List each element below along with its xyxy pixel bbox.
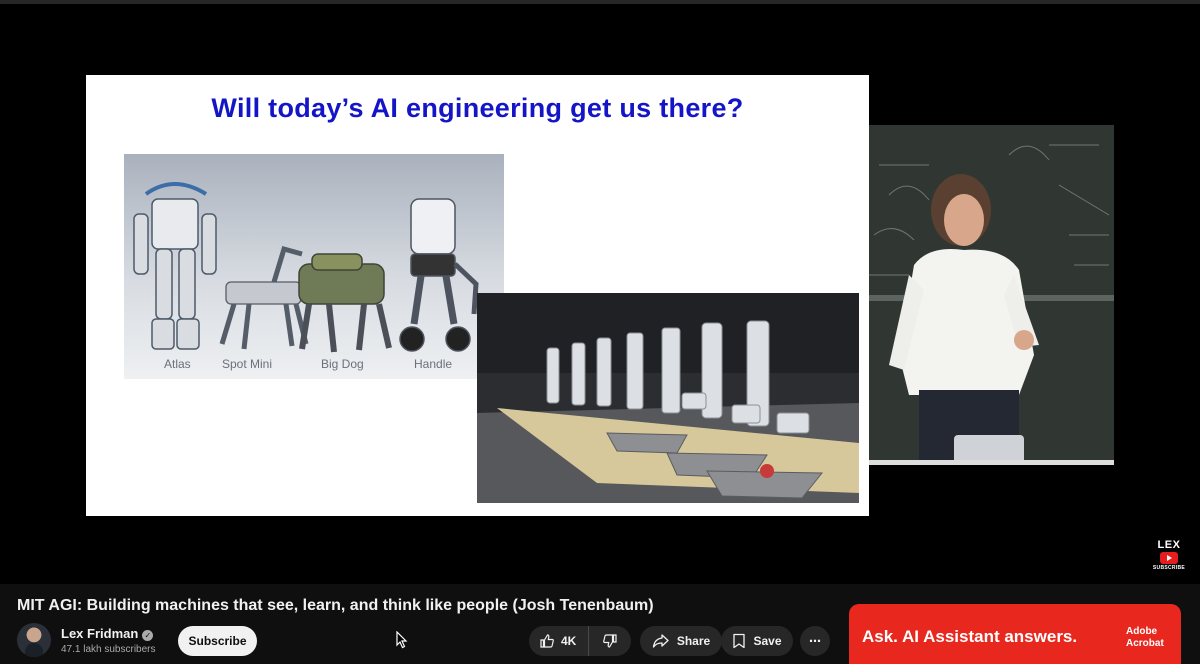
save-button[interactable]: Save xyxy=(721,626,793,656)
verified-check-icon: ✓ xyxy=(142,630,154,641)
like-button[interactable]: 4K xyxy=(529,626,589,656)
video-player[interactable]: Will today’s AI engineering get us there… xyxy=(0,4,1200,584)
robot-arms-illustration xyxy=(477,293,859,503)
more-icon: ⋯ xyxy=(809,634,821,648)
ad-brand-line2: Acrobat xyxy=(1126,638,1164,649)
watermark-subscribe: SUBSCRIBE xyxy=(1152,565,1186,571)
subscribe-button[interactable]: Subscribe xyxy=(178,626,257,656)
dislike-icon xyxy=(603,634,617,648)
mouse-cursor-icon xyxy=(396,631,408,649)
robot-arms-lab-photo xyxy=(477,293,859,503)
ad-brand-logo: Adobe Acrobat xyxy=(1126,626,1164,650)
save-label: Save xyxy=(753,634,782,648)
ad-text: Ask. AI Assistant answers. xyxy=(862,627,1078,646)
robot-label-spot-mini: Spot Mini xyxy=(222,357,273,371)
channel-avatar[interactable] xyxy=(17,623,51,657)
watermark-name: LEX xyxy=(1157,539,1181,551)
ad-brand-line1: Adobe xyxy=(1126,626,1158,637)
subscriber-count: 47.1 lakh subscribers xyxy=(61,644,156,655)
channel-name: Lex Fridman xyxy=(61,626,139,641)
presenter-video-inset xyxy=(869,125,1114,465)
presenter-illustration xyxy=(869,125,1114,465)
lecture-slide: Will today’s AI engineering get us there… xyxy=(86,75,869,516)
more-actions-button[interactable]: ⋯ xyxy=(800,626,830,656)
ad-banner[interactable]: Ask. AI Assistant answers. Adobe Acrobat xyxy=(849,604,1181,664)
robot-label-handle: Handle xyxy=(414,357,453,371)
slide-title: Will today’s AI engineering get us there… xyxy=(211,93,744,123)
video-title: MIT AGI: Building machines that see, lea… xyxy=(17,597,654,614)
share-label: Share xyxy=(676,634,711,648)
youtube-play-icon xyxy=(1160,552,1178,564)
share-icon xyxy=(652,634,669,648)
robots-image: Atlas Spot Mini Big Dog Handle xyxy=(124,154,504,379)
like-icon xyxy=(540,634,554,648)
channel-name-link[interactable]: Lex Fridman ✓ xyxy=(61,626,154,641)
robots-illustration xyxy=(133,182,479,353)
dislike-button[interactable] xyxy=(589,626,631,656)
save-icon xyxy=(733,633,746,649)
share-button[interactable]: Share xyxy=(640,626,722,656)
robot-label-big-dog: Big Dog xyxy=(321,357,364,371)
like-count: 4K xyxy=(561,634,577,648)
like-dislike-group: 4K xyxy=(529,626,631,656)
robot-label-atlas: Atlas xyxy=(164,357,191,371)
channel-watermark[interactable]: LEX SUBSCRIBE xyxy=(1150,539,1188,571)
